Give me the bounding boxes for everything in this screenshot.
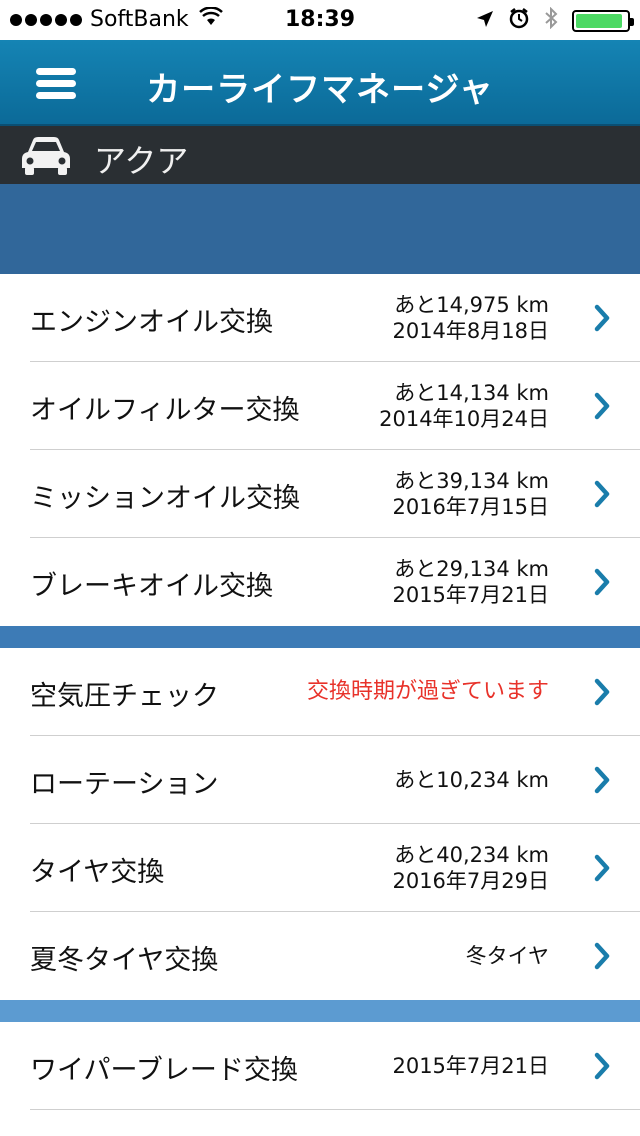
item-label: タイヤ交換 <box>30 857 165 888</box>
item-value: あと39,134 km 2016年7月15日 <box>392 469 549 519</box>
item-value: あと14,975 km 2014年8月18日 <box>392 293 549 343</box>
item-label: ミッションオイル交換 <box>30 483 300 514</box>
location-arrow-icon <box>476 9 494 34</box>
bluetooth-icon <box>544 6 558 35</box>
section-divider <box>0 1000 640 1022</box>
section-divider <box>0 626 640 648</box>
status-right <box>476 6 634 35</box>
item-value: あと40,234 km 2016年7月29日 <box>392 843 549 893</box>
item-label: エンジンオイル交換 <box>30 307 273 338</box>
info-banner <box>0 184 640 274</box>
list-item-seasonal-tire[interactable]: 夏冬タイヤ交換 冬タイヤ <box>0 912 640 1000</box>
item-value: 冬タイヤ <box>465 944 549 968</box>
chevron-right-icon <box>594 942 610 970</box>
chevron-right-icon <box>594 766 610 794</box>
chevron-right-icon <box>594 480 610 508</box>
list-item-engine-oil[interactable]: エンジンオイル交換 あと14,975 km 2014年8月18日 <box>0 274 640 362</box>
car-name: アクア <box>94 142 189 180</box>
car-selector-bar[interactable]: アクア <box>0 126 640 184</box>
item-label: 夏冬タイヤ交換 <box>30 945 219 976</box>
list-item-air-pressure[interactable]: 空気圧チェック 交換時期が過ぎています <box>0 648 640 736</box>
item-value: あと10,234 km <box>394 768 549 792</box>
status-bar: SoftBank 18:39 <box>0 0 640 40</box>
item-label: オイルフィルター交換 <box>30 395 300 426</box>
warning-text: 交換時期が過ぎています <box>306 679 549 704</box>
item-label: ブレーキオイル交換 <box>30 571 273 602</box>
item-value: あと14,134 km 2014年10月24日 <box>379 381 549 431</box>
list-item-brake-oil[interactable]: ブレーキオイル交換 あと29,134 km 2015年7月21日 <box>0 538 640 626</box>
chevron-right-icon <box>594 678 610 706</box>
nav-bar: カーライフマネージャ <box>0 40 640 126</box>
item-label: 空気圧チェック <box>30 681 219 712</box>
alarm-icon <box>508 7 530 35</box>
list-item-rotation[interactable]: ローテーション あと10,234 km <box>0 736 640 824</box>
list-item-wiper-blade[interactable]: ワイパーブレード交換 2015年7月21日 <box>0 1022 640 1110</box>
item-label: ローテーション <box>30 769 219 800</box>
page-title: カーライフマネージャ <box>146 70 494 110</box>
car-icon <box>22 137 70 175</box>
item-value: あと29,134 km 2015年7月21日 <box>392 557 549 607</box>
chevron-right-icon <box>594 568 610 596</box>
battery-icon <box>572 10 634 32</box>
chevron-right-icon <box>594 854 610 882</box>
item-label: ワイパーブレード交換 <box>30 1055 298 1086</box>
list-item-mission-oil[interactable]: ミッションオイル交換 あと39,134 km 2016年7月15日 <box>0 450 640 538</box>
chevron-right-icon <box>594 304 610 332</box>
chevron-right-icon <box>594 1052 610 1080</box>
chevron-right-icon <box>594 392 610 420</box>
list-item-oil-filter[interactable]: オイルフィルター交換 あと14,134 km 2014年10月24日 <box>0 362 640 450</box>
list-item-tire-change[interactable]: タイヤ交換 あと40,234 km 2016年7月29日 <box>0 824 640 912</box>
item-value: 2015年7月21日 <box>392 1054 549 1078</box>
